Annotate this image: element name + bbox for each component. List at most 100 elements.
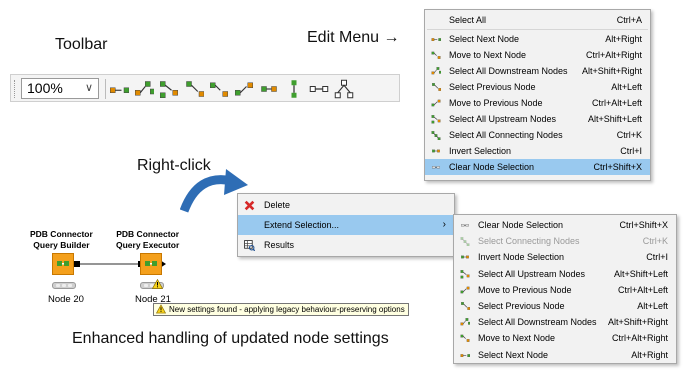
move-to-next-node-icon — [460, 335, 470, 343]
select-previous-node-icon — [186, 81, 205, 97]
select-all-downstream-icon — [460, 318, 471, 326]
zoom-value: 100% — [27, 80, 63, 96]
toolbar-button-tree-layout[interactable] — [334, 79, 354, 99]
edit-menu-item-shortcut: Ctrl+Shift+X — [593, 162, 642, 172]
move-to-previous-node-icon — [431, 99, 441, 107]
context-item-label: Extend Selection... — [264, 220, 340, 230]
select-connecting-icon — [431, 130, 441, 141]
move-to-next-node-icon — [431, 50, 441, 60]
invert-selection-icon — [460, 252, 470, 262]
toolbar-button-select-all-downstream[interactable] — [134, 79, 156, 99]
submenu-item[interactable]: Select Next Node Alt+Right — [454, 347, 676, 363]
select-all-upstream-icon — [460, 269, 470, 279]
edit-menu-item[interactable]: Move to Next Node Ctrl+Alt+Right — [425, 47, 650, 63]
select-previous-node-icon — [460, 301, 471, 311]
select-all-downstream-icon — [135, 81, 156, 96]
select-previous-node-icon — [432, 83, 442, 91]
select-connecting-icon — [460, 236, 470, 247]
invert-selection-icon — [461, 256, 469, 259]
submenu-item[interactable]: Select All Downstream Nodes Alt+Shift+Rig… — [454, 314, 676, 330]
edit-menu-item[interactable]: Move to Previous Node Ctrl+Alt+Left — [425, 95, 650, 111]
toolbar-button-move-to-previous-node[interactable] — [234, 79, 254, 99]
select-all-downstream-icon — [460, 317, 471, 327]
edit-menu-item[interactable]: Invert Selection Ctrl+I — [425, 143, 650, 159]
submenu-item[interactable]: Clear Node Selection Ctrl+Shift+X — [454, 217, 676, 233]
toolbar-button-select-all-upstream[interactable] — [159, 79, 179, 99]
toolbar-button-horizontal-align[interactable] — [309, 79, 329, 99]
select-previous-node-icon — [461, 302, 471, 310]
edit-menu-item-label: Invert Selection — [449, 146, 512, 156]
node-21-title-line1: PDB Connector — [116, 229, 180, 239]
clear-selection-icon — [461, 224, 469, 227]
submenu-item[interactable]: Move to Previous Node Ctrl+Alt+Left — [454, 282, 676, 298]
node-20-label: Node 20 — [48, 294, 84, 305]
edit-menu-item-shortcut: Alt+Shift+Right — [581, 66, 642, 76]
select-previous-node-icon — [431, 82, 442, 92]
edit-menu-item-label: Select All — [449, 15, 487, 25]
submenu-arrow-icon: › — [442, 219, 446, 230]
toolbar-button-move-to-next-node[interactable] — [209, 79, 229, 99]
warning-icon — [152, 279, 163, 289]
toolbar-separator — [105, 79, 106, 99]
submenu-item-shortcut: Alt+Left — [637, 301, 668, 311]
node-20-title: PDB Connector Query Builder — [30, 229, 93, 251]
submenu-item[interactable]: Select All Upstream Nodes Alt+Shift+Left — [454, 266, 676, 282]
toolbar-button-vertical-align[interactable] — [284, 79, 304, 99]
submenu-item-label: Clear Node Selection — [478, 220, 564, 230]
submenu-item-shortcut: Ctrl+Alt+Left — [617, 284, 668, 295]
edit-menu-item[interactable]: Select All Downstream Nodes Alt+Shift+Rig… — [425, 63, 650, 79]
toolbar-button-select-next-node[interactable] — [109, 79, 130, 99]
submenu-item-shortcut: Alt+Right — [631, 349, 668, 360]
node-21-title: PDB Connector Query Executor — [116, 229, 179, 251]
move-to-next-node-icon — [210, 82, 228, 97]
vertical-align-icon — [291, 80, 297, 98]
edit-menu-item-shortcut: Ctrl+Alt+Right — [585, 50, 642, 60]
edit-menu-item-shortcut: Ctrl+A — [616, 15, 642, 25]
submenu-item-label: Select Connecting Nodes — [478, 236, 580, 247]
toolbar-grip[interactable] — [14, 80, 17, 98]
context-item-delete[interactable]: Delete — [238, 195, 454, 215]
submenu-item[interactable]: Select Previous Node Alt+Left — [454, 298, 676, 314]
submenu-item[interactable]: Invert Node Selection Ctrl+I — [454, 249, 676, 265]
context-item-results[interactable]: Results — [238, 235, 454, 255]
submenu-item-label: Select All Downstream Nodes — [478, 317, 597, 328]
blank-icon — [431, 15, 441, 25]
submenu-item-label: Select Previous Node — [478, 301, 565, 311]
submenu-item-label: Move to Previous Node — [478, 284, 572, 295]
edit-menu-item[interactable]: Select Next Node Alt+Right — [425, 31, 650, 47]
edit-menu-item[interactable]: Select All Connecting Nodes Ctrl+K — [425, 127, 650, 143]
edit-menu-item[interactable]: Select Previous Node Alt+Left — [425, 79, 650, 95]
submenu-item[interactable]: Move to Next Node Ctrl+Alt+Right — [454, 330, 676, 346]
edit-menu-item[interactable]: Clear Node Selection Ctrl+Shift+X — [425, 159, 650, 175]
connector-node-icon — [145, 261, 157, 266]
context-item-extend-selection[interactable]: Extend Selection... › — [238, 215, 454, 235]
select-next-node-icon — [431, 34, 442, 44]
move-to-previous-node-icon — [235, 82, 253, 96]
toolbar-button-select-previous-node[interactable] — [184, 79, 205, 99]
extend-selection-submenu: Clear Node Selection Ctrl+Shift+X Select C… — [453, 214, 677, 364]
select-all-upstream-icon — [431, 115, 441, 124]
submenu-item: Select Connecting Nodes Ctrl+K — [454, 233, 676, 249]
submenu-item-label: Select Next Node — [478, 349, 549, 360]
node-21-box[interactable] — [140, 253, 162, 275]
select-all-upstream-icon — [431, 114, 441, 124]
edit-menu-item[interactable]: Select All Upstream Nodes Alt+Shift+Left — [425, 111, 650, 127]
toolbar-button-invert-selection[interactable] — [259, 79, 279, 99]
edit-menu-item-label: Move to Next Node — [449, 50, 527, 60]
clear-selection-icon — [432, 166, 440, 169]
node-21-title-line2: Query Executor — [116, 240, 180, 250]
submenu-item-label: Move to Next Node — [478, 333, 556, 344]
node-20-box[interactable] — [52, 253, 74, 275]
edit-menu-item[interactable]: Select All Ctrl+A — [425, 12, 650, 28]
select-connecting-icon — [431, 131, 441, 141]
submenu-item-shortcut: Alt+Shift+Right — [607, 317, 668, 328]
invert-selection-icon — [261, 86, 277, 92]
zoom-dropdown[interactable]: 100% ∨ — [21, 78, 99, 99]
move-to-previous-node-icon — [460, 286, 470, 294]
bottom-caption: Enhanced handling of updated node settin… — [72, 330, 389, 347]
menu-separator — [427, 29, 648, 30]
clear-selection-icon — [460, 220, 470, 230]
connector-node-icon — [57, 261, 69, 266]
submenu-item-shortcut: Ctrl+Alt+Right — [611, 333, 668, 344]
edit-menu-item-shortcut: Ctrl+I — [620, 146, 642, 156]
